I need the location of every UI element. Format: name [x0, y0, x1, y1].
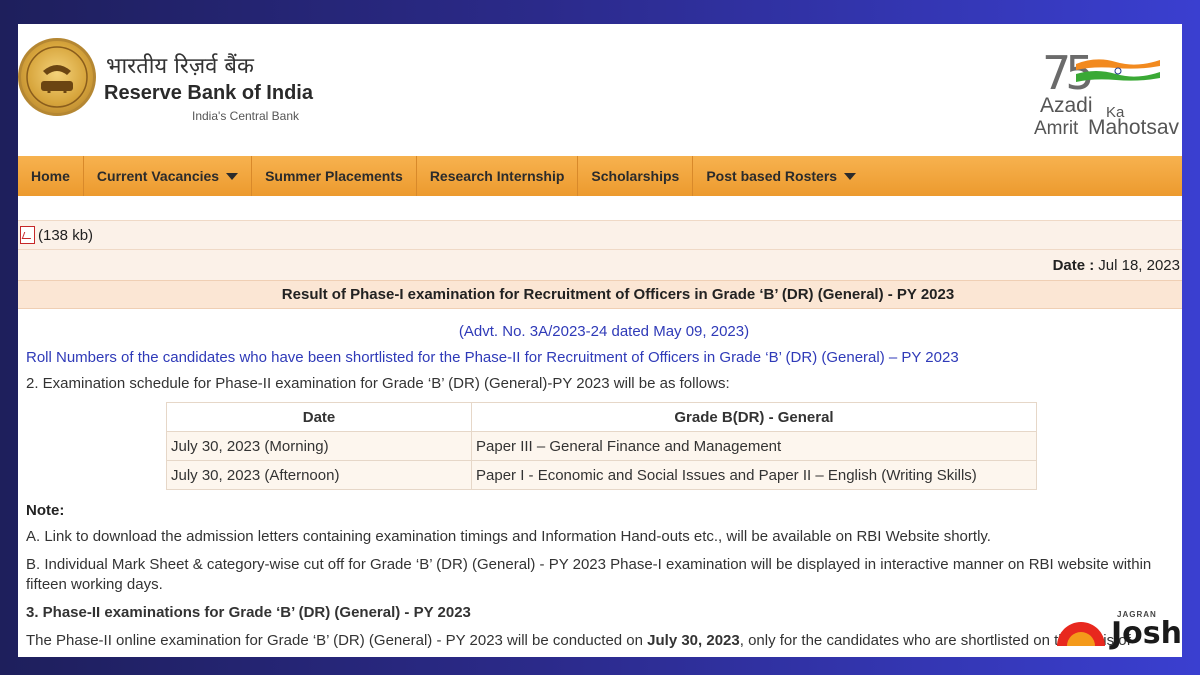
amrit-text: Amrit [1034, 118, 1079, 139]
section-3-heading: 3. Phase-II examinations for Grade ‘B’ (… [26, 604, 471, 621]
nav-label: Research Internship [429, 168, 565, 184]
table-row: July 30, 2023 (Afternoon) Paper I - Econ… [166, 460, 1037, 490]
nav-post-based-rosters[interactable]: Post based Rosters [693, 156, 869, 196]
advt-link[interactable]: (Advt. No. 3A/2023-24 dated May 09, 2023… [18, 323, 1182, 340]
pdf-size: (138 kb) [38, 226, 94, 244]
nav-label: Scholarships [591, 168, 680, 184]
josh-text: Josh [1111, 616, 1182, 651]
caret-down-icon [844, 172, 857, 180]
bank-tagline: India's Central Bank [192, 109, 300, 123]
main-content: (138 kb) Date : Jul 18, 2023 Result of P… [18, 220, 1182, 651]
nav-label: Summer Placements [265, 168, 403, 184]
nav-label: Home [31, 168, 70, 184]
tricolor-flag-icon [1076, 59, 1160, 82]
date-value: Jul 18, 2023 [1098, 256, 1180, 274]
nav-home[interactable]: Home [18, 156, 84, 196]
date-row: Date : Jul 18, 2023 [18, 250, 1182, 280]
nav-research-internship[interactable]: Research Internship [417, 156, 579, 196]
shortlist-link[interactable]: Roll Numbers of the candidates who have … [26, 349, 1182, 366]
table-header: Date [166, 402, 472, 432]
nav-scholarships[interactable]: Scholarships [578, 156, 694, 196]
mahotsav-text: Mahotsav [1088, 116, 1180, 139]
table-header: Grade B(DR) - General [471, 402, 1037, 432]
note-a: A. Link to download the admission letter… [26, 528, 991, 545]
jagran-sun-icon [1057, 622, 1105, 646]
main-nav: Home Current Vacancies Summer Placements… [18, 156, 1182, 196]
pdf-download-row: (138 kb) [18, 220, 1182, 250]
table-cell: Paper III – General Finance and Manageme… [471, 431, 1037, 461]
pdf-icon[interactable] [20, 226, 35, 244]
nav-current-vacancies[interactable]: Current Vacancies [84, 156, 253, 196]
section-3-date: July 30, 2023 [647, 632, 740, 649]
table-cell: July 30, 2023 (Morning) [166, 431, 472, 461]
note-b: B. Individual Mark Sheet & category-wise… [26, 556, 1152, 593]
bank-name-hindi: भारतीय रिज़र्व बैंक [106, 54, 254, 79]
section-3-text: The Phase-II online examination for Grad… [26, 631, 1182, 651]
section-3-text-pre: The Phase-II online examination for Grad… [26, 632, 648, 649]
table-cell: Paper I - Economic and Social Issues and… [471, 460, 1037, 490]
table-header-row: Date Grade B(DR) - General [166, 402, 1037, 432]
page-title: Result of Phase-I examination for Recrui… [18, 280, 1182, 309]
site-header: भारतीय रिज़र्व बैंक Reserve Bank of Indi… [18, 24, 1182, 158]
schedule-intro: 2. Examination schedule for Phase-II exa… [26, 375, 730, 392]
table-row: July 30, 2023 (Morning) Paper III – Gene… [166, 431, 1037, 461]
caret-down-icon [226, 172, 239, 180]
date-label: Date : [1052, 256, 1095, 274]
browser-page: भारतीय रिज़र्व बैंक Reserve Bank of Indi… [18, 24, 1182, 657]
schedule-table: Date Grade B(DR) - General July 30, 2023… [166, 402, 1037, 490]
nav-summer-placements[interactable]: Summer Placements [252, 156, 417, 196]
azadi-ka-amrit-mahotsav-logo: 75 Azadi Ka Amrit Mahotsav [1032, 46, 1182, 146]
note-heading: Note: [26, 502, 65, 519]
bank-name[interactable]: Reserve Bank of India [104, 82, 313, 105]
table-cell: July 30, 2023 (Afternoon) [166, 460, 472, 490]
nav-label: Post based Rosters [706, 168, 838, 184]
azadi-text: Azadi [1040, 94, 1093, 117]
nav-label: Current Vacancies [96, 168, 220, 184]
jagran-josh-watermark: JAGRAN Josh [1055, 610, 1182, 656]
rbi-emblem-logo[interactable] [18, 38, 96, 116]
